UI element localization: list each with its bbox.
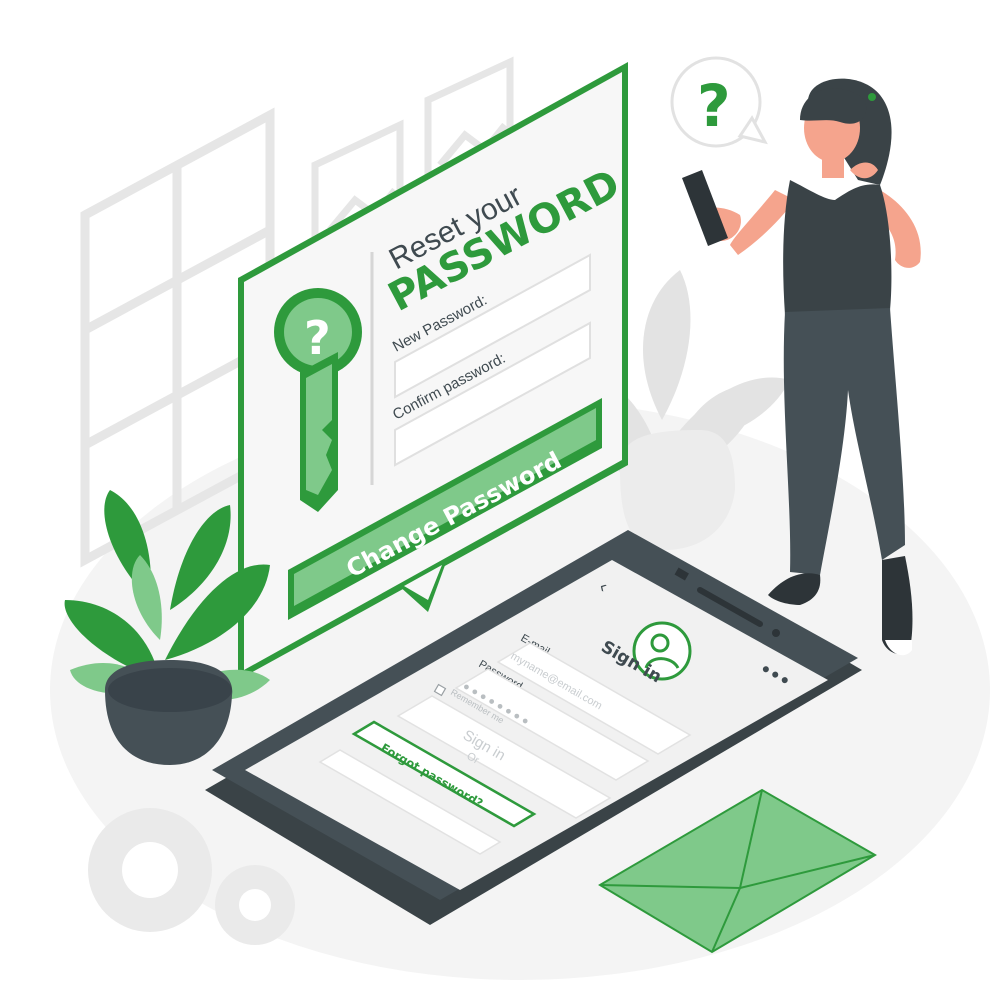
illustration-scene: ? Reset your PASSWORD New Password: Conf… xyxy=(50,56,990,980)
question-mark-icon: ? xyxy=(697,72,731,140)
key-question-mark: ? xyxy=(304,311,331,365)
question-speech-bubble: ? xyxy=(670,56,768,148)
handheld-phone-icon xyxy=(682,170,728,246)
